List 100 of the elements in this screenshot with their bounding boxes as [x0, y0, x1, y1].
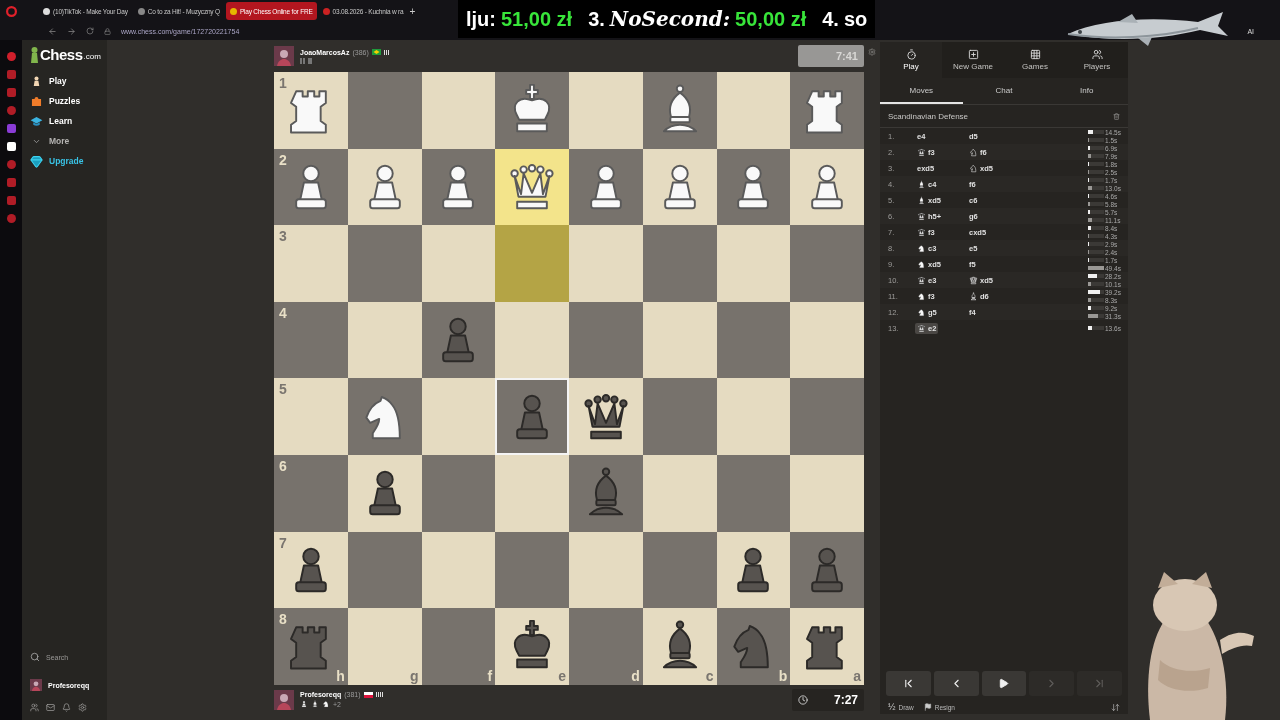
panel-nav-item[interactable]: New Game	[942, 42, 1004, 78]
nav-item[interactable]: Upgrade	[30, 151, 107, 171]
board-square[interactable]: 2	[274, 148, 348, 226]
logo-text[interactable]: Chess	[40, 46, 83, 63]
flag-icon	[923, 703, 932, 711]
ticker-amount: 50,00 zł	[735, 8, 807, 31]
logo-suffix: .com	[83, 52, 101, 63]
nav-item[interactable]: More	[30, 131, 107, 151]
mail-icon[interactable]	[46, 703, 55, 712]
board-square[interactable]	[495, 378, 569, 455]
nav-item[interactable]: Play	[30, 71, 107, 91]
board-square[interactable]	[569, 378, 643, 455]
queen-icon	[917, 275, 926, 285]
file-label: a	[853, 667, 861, 684]
flag-icon	[363, 691, 373, 698]
plus-square-icon	[967, 49, 979, 60]
queen-icon	[969, 275, 978, 285]
connection-icon	[375, 692, 385, 698]
board-square[interactable]	[716, 531, 791, 609]
panel-tab[interactable]: Moves	[880, 78, 963, 104]
connection-icon	[383, 49, 391, 55]
board-square[interactable]	[495, 148, 569, 226]
reload-icon[interactable]	[86, 27, 94, 35]
avatar[interactable]	[30, 679, 42, 691]
file-label: c	[705, 667, 714, 684]
board-square[interactable]	[642, 148, 717, 226]
board-square[interactable]	[347, 148, 422, 226]
panel-tab[interactable]: Info	[1045, 78, 1128, 104]
rank-label: 1	[279, 75, 287, 91]
flag-icon	[371, 49, 381, 55]
bishop-icon	[311, 700, 319, 709]
friends-icon[interactable]	[30, 703, 39, 712]
rank-label: 6	[279, 457, 287, 474]
queen-icon	[917, 323, 926, 333]
file-label: f	[487, 667, 493, 684]
move-nav-button[interactable]	[981, 671, 1027, 696]
board-square[interactable]	[790, 72, 864, 149]
forward-icon[interactable]	[67, 26, 76, 36]
rank-label: 2	[279, 151, 287, 168]
opening-name[interactable]: Scandinavian Defense	[888, 111, 969, 121]
board-square[interactable]	[421, 148, 496, 226]
board-square[interactable]: d	[569, 608, 643, 685]
nav-item[interactable]: Learn	[30, 111, 107, 131]
rank-label: 3	[279, 228, 287, 245]
board-square[interactable]	[716, 148, 791, 226]
board-square[interactable]: 6	[274, 454, 348, 532]
board-square[interactable]	[347, 454, 422, 532]
board-square[interactable]	[642, 72, 717, 149]
board-square[interactable]: f	[421, 608, 496, 685]
board-square[interactable]	[421, 301, 496, 379]
grid-icon	[1029, 49, 1041, 60]
board-square[interactable]	[495, 72, 569, 149]
knight-icon	[322, 700, 330, 709]
settings-icon[interactable]	[78, 703, 87, 712]
search-icon	[30, 652, 40, 662]
rank-label: 8	[279, 611, 287, 628]
favicon-icon	[229, 7, 237, 15]
board-square[interactable]: b	[716, 608, 791, 685]
back-icon[interactable]	[48, 26, 57, 36]
panel-nav-item[interactable]: Players	[1066, 42, 1128, 78]
puzzle-icon	[30, 94, 43, 108]
file-label: g	[409, 667, 419, 684]
bell-icon[interactable]	[62, 703, 71, 712]
file-label: b	[778, 667, 788, 684]
stopwatch-icon	[905, 49, 917, 60]
ticker-name: so	[843, 7, 868, 31]
bishop-icon	[969, 291, 978, 301]
board-square[interactable]	[790, 531, 864, 609]
users-icon	[1091, 49, 1103, 60]
trash-icon[interactable]	[1113, 112, 1120, 120]
panel-tab[interactable]: Chat	[962, 78, 1046, 104]
captured-pieces-icon	[300, 57, 314, 64]
ticker-name: lju:	[466, 7, 496, 31]
new-tab-button[interactable]: +	[409, 5, 416, 17]
board-square[interactable]	[569, 148, 643, 226]
board-square[interactable]: 8 h	[274, 608, 348, 685]
queen-icon	[917, 211, 926, 221]
browser-logo-icon[interactable]	[6, 5, 17, 17]
flip-icon	[1111, 702, 1120, 712]
ticker-amount: 51,00 zł	[501, 7, 573, 31]
queen-icon	[917, 147, 926, 157]
panel-nav-item[interactable]: Games	[1004, 42, 1066, 78]
rank-label: 5	[279, 381, 287, 398]
lock-icon	[104, 27, 111, 35]
ticker-place: 4.	[822, 7, 839, 31]
board-square[interactable]	[347, 378, 422, 455]
panel-nav-item[interactable]: Play	[880, 42, 942, 78]
nav-item[interactable]: Puzzles	[30, 91, 107, 111]
settings-icon[interactable]	[868, 48, 876, 56]
ticker-name: NoSecond:	[609, 7, 731, 31]
diamond-icon	[30, 154, 43, 168]
pawn-logo-icon	[30, 47, 39, 63]
board-square[interactable]	[790, 148, 864, 226]
favicon-icon	[322, 7, 330, 15]
queen-icon	[917, 227, 926, 237]
board-square[interactable]: 4	[274, 301, 348, 379]
flip-board-button[interactable]	[1111, 702, 1120, 712]
favicon-icon	[137, 7, 145, 15]
clock: 7:27	[792, 688, 864, 711]
file-label: h	[336, 667, 345, 684]
